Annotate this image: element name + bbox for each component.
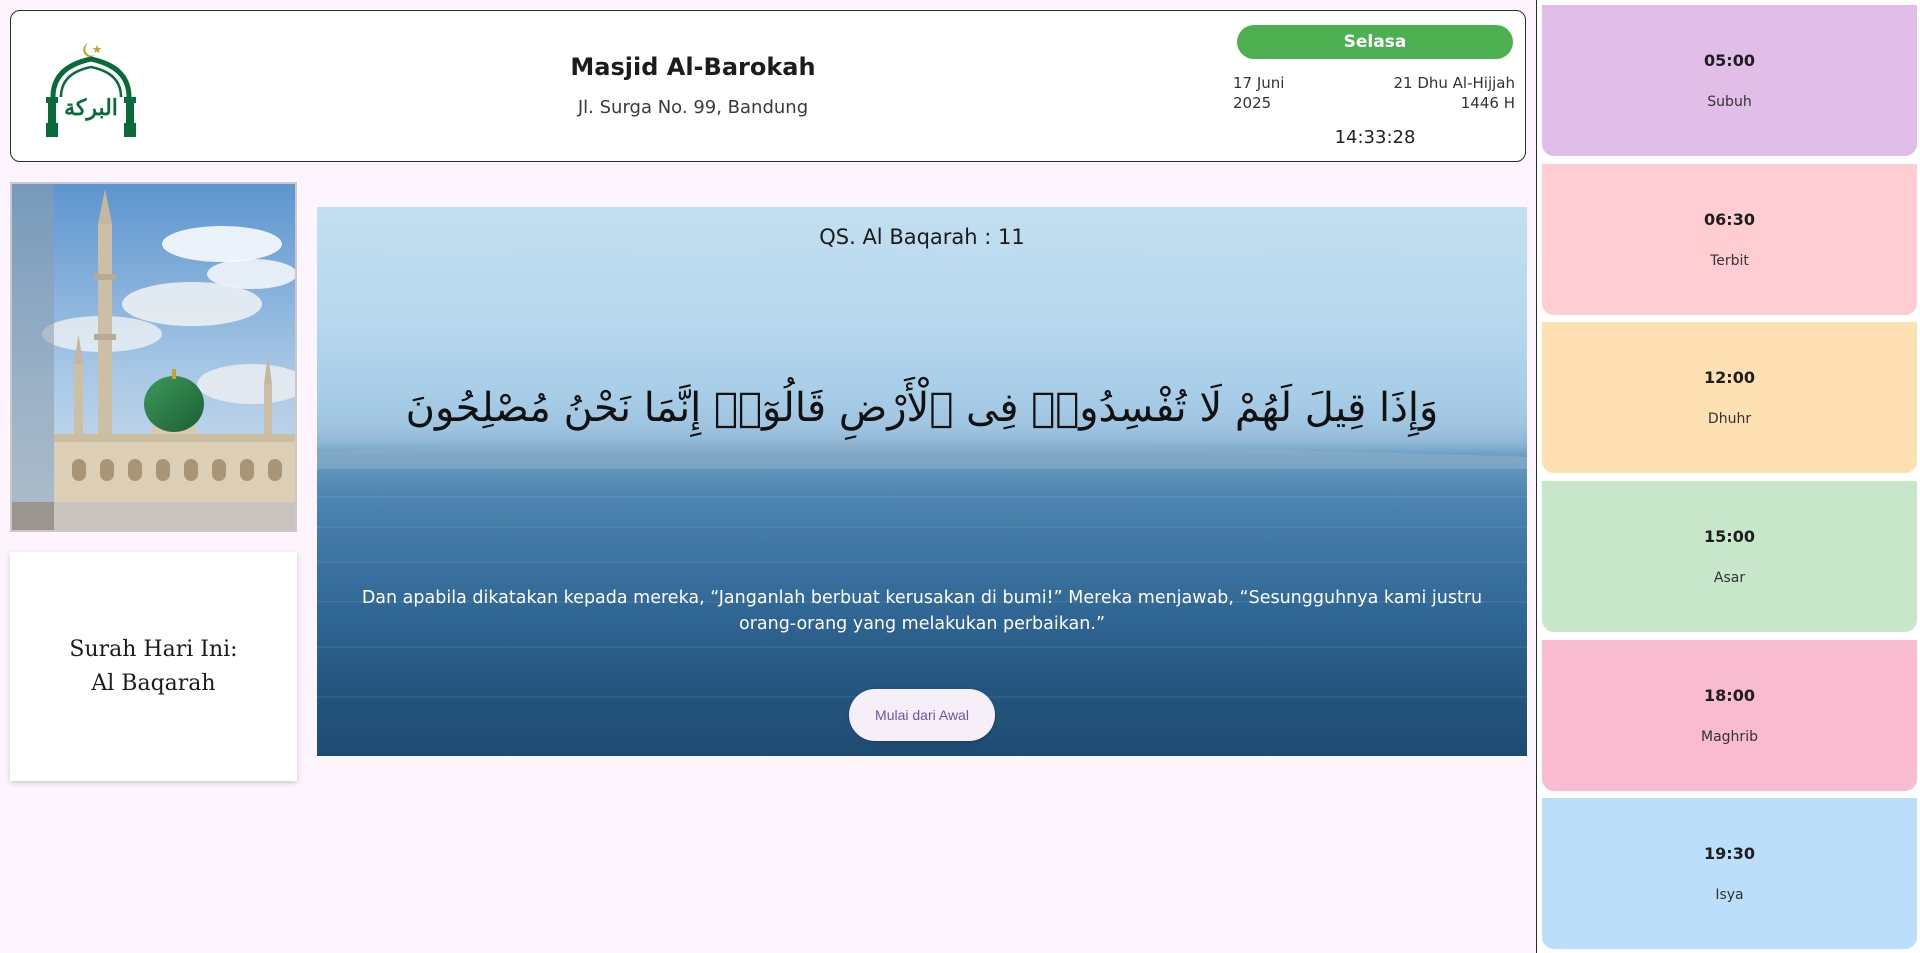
verse-arabic-text: وَإِذَا قِيلَ لَهُمْ لَا تُفْسِدُوا۟ فِى… xyxy=(405,385,1439,431)
prayer-name: Maghrib xyxy=(1701,729,1758,745)
hijri-date: 21 Dhu Al-Hijjah 1446 H xyxy=(1393,73,1515,113)
prayer-time: 06:30 xyxy=(1704,210,1755,229)
app-root: البركة Masjid Al-Barokah Jl. Surga No. 9… xyxy=(0,0,1920,953)
prayer-time: 12:00 xyxy=(1704,368,1755,387)
mosque-name: Masjid Al-Barokah xyxy=(570,53,816,81)
gregorian-date: 17 Juni 2025 xyxy=(1233,73,1284,113)
prayer-name: Dhuhr xyxy=(1707,411,1752,427)
day-badge: Selasa xyxy=(1237,25,1513,59)
hijri-day-month: 21 Dhu Al-Hijjah xyxy=(1393,74,1515,92)
prayer-card-maghrib: 18:00 Maghrib xyxy=(1542,640,1917,791)
surah-today-name: Al Baqarah xyxy=(91,670,216,696)
surah-today-card: Surah Hari Ini: Al Baqarah xyxy=(10,552,297,781)
verse-translation: Dan apabila dikatakan kepada mereka, “Ja… xyxy=(361,588,1483,634)
prayer-card-asar: 15:00 Asar xyxy=(1542,481,1917,632)
prayer-name: Asar xyxy=(1713,570,1746,586)
prayer-card-subuh: 05:00 Subuh xyxy=(1542,5,1917,156)
clock-display: 14:33:28 xyxy=(1334,127,1416,148)
prayer-name: Terbit xyxy=(1710,253,1749,269)
mosque-address: Jl. Surga No. 99, Bandung xyxy=(577,97,809,118)
verse-panel: QS. Al Baqarah : 11 وَإِذَا قِيلَ لَهُمْ… xyxy=(317,207,1527,756)
prayer-times-sidebar: 05:00 Subuh 06:30 Terbit 12:00 Dhuhr 15:00 Asar… xyxy=(1536,0,1920,953)
surah-today-label: Surah Hari Ini: xyxy=(69,636,238,662)
verse-reference: QS. Al Baqarah : 11 xyxy=(819,225,1025,249)
prayer-time: 19:30 xyxy=(1704,844,1755,863)
prayer-time: 18:00 xyxy=(1704,686,1755,705)
prayer-name: Isya xyxy=(1715,887,1744,903)
restart-button[interactable]: Mulai dari Awal xyxy=(849,689,995,741)
prayer-time: 05:00 xyxy=(1704,51,1755,70)
prayer-card-isya: 19:30 Isya xyxy=(1542,798,1917,949)
gregorian-day-month: 17 Juni xyxy=(1233,74,1285,92)
hijri-year: 1446 H xyxy=(1460,94,1515,112)
gregorian-year: 2025 xyxy=(1233,94,1272,112)
header-card: البركة Masjid Al-Barokah Jl. Surga No. 9… xyxy=(10,10,1526,162)
mosque-photo xyxy=(10,182,297,532)
prayer-card-dhuhr: 12:00 Dhuhr xyxy=(1542,322,1917,473)
prayer-card-terbit: 06:30 Terbit xyxy=(1542,164,1917,315)
prayer-name: Subuh xyxy=(1707,94,1752,110)
sea-background xyxy=(317,442,1527,698)
prayer-time: 15:00 xyxy=(1704,527,1755,546)
